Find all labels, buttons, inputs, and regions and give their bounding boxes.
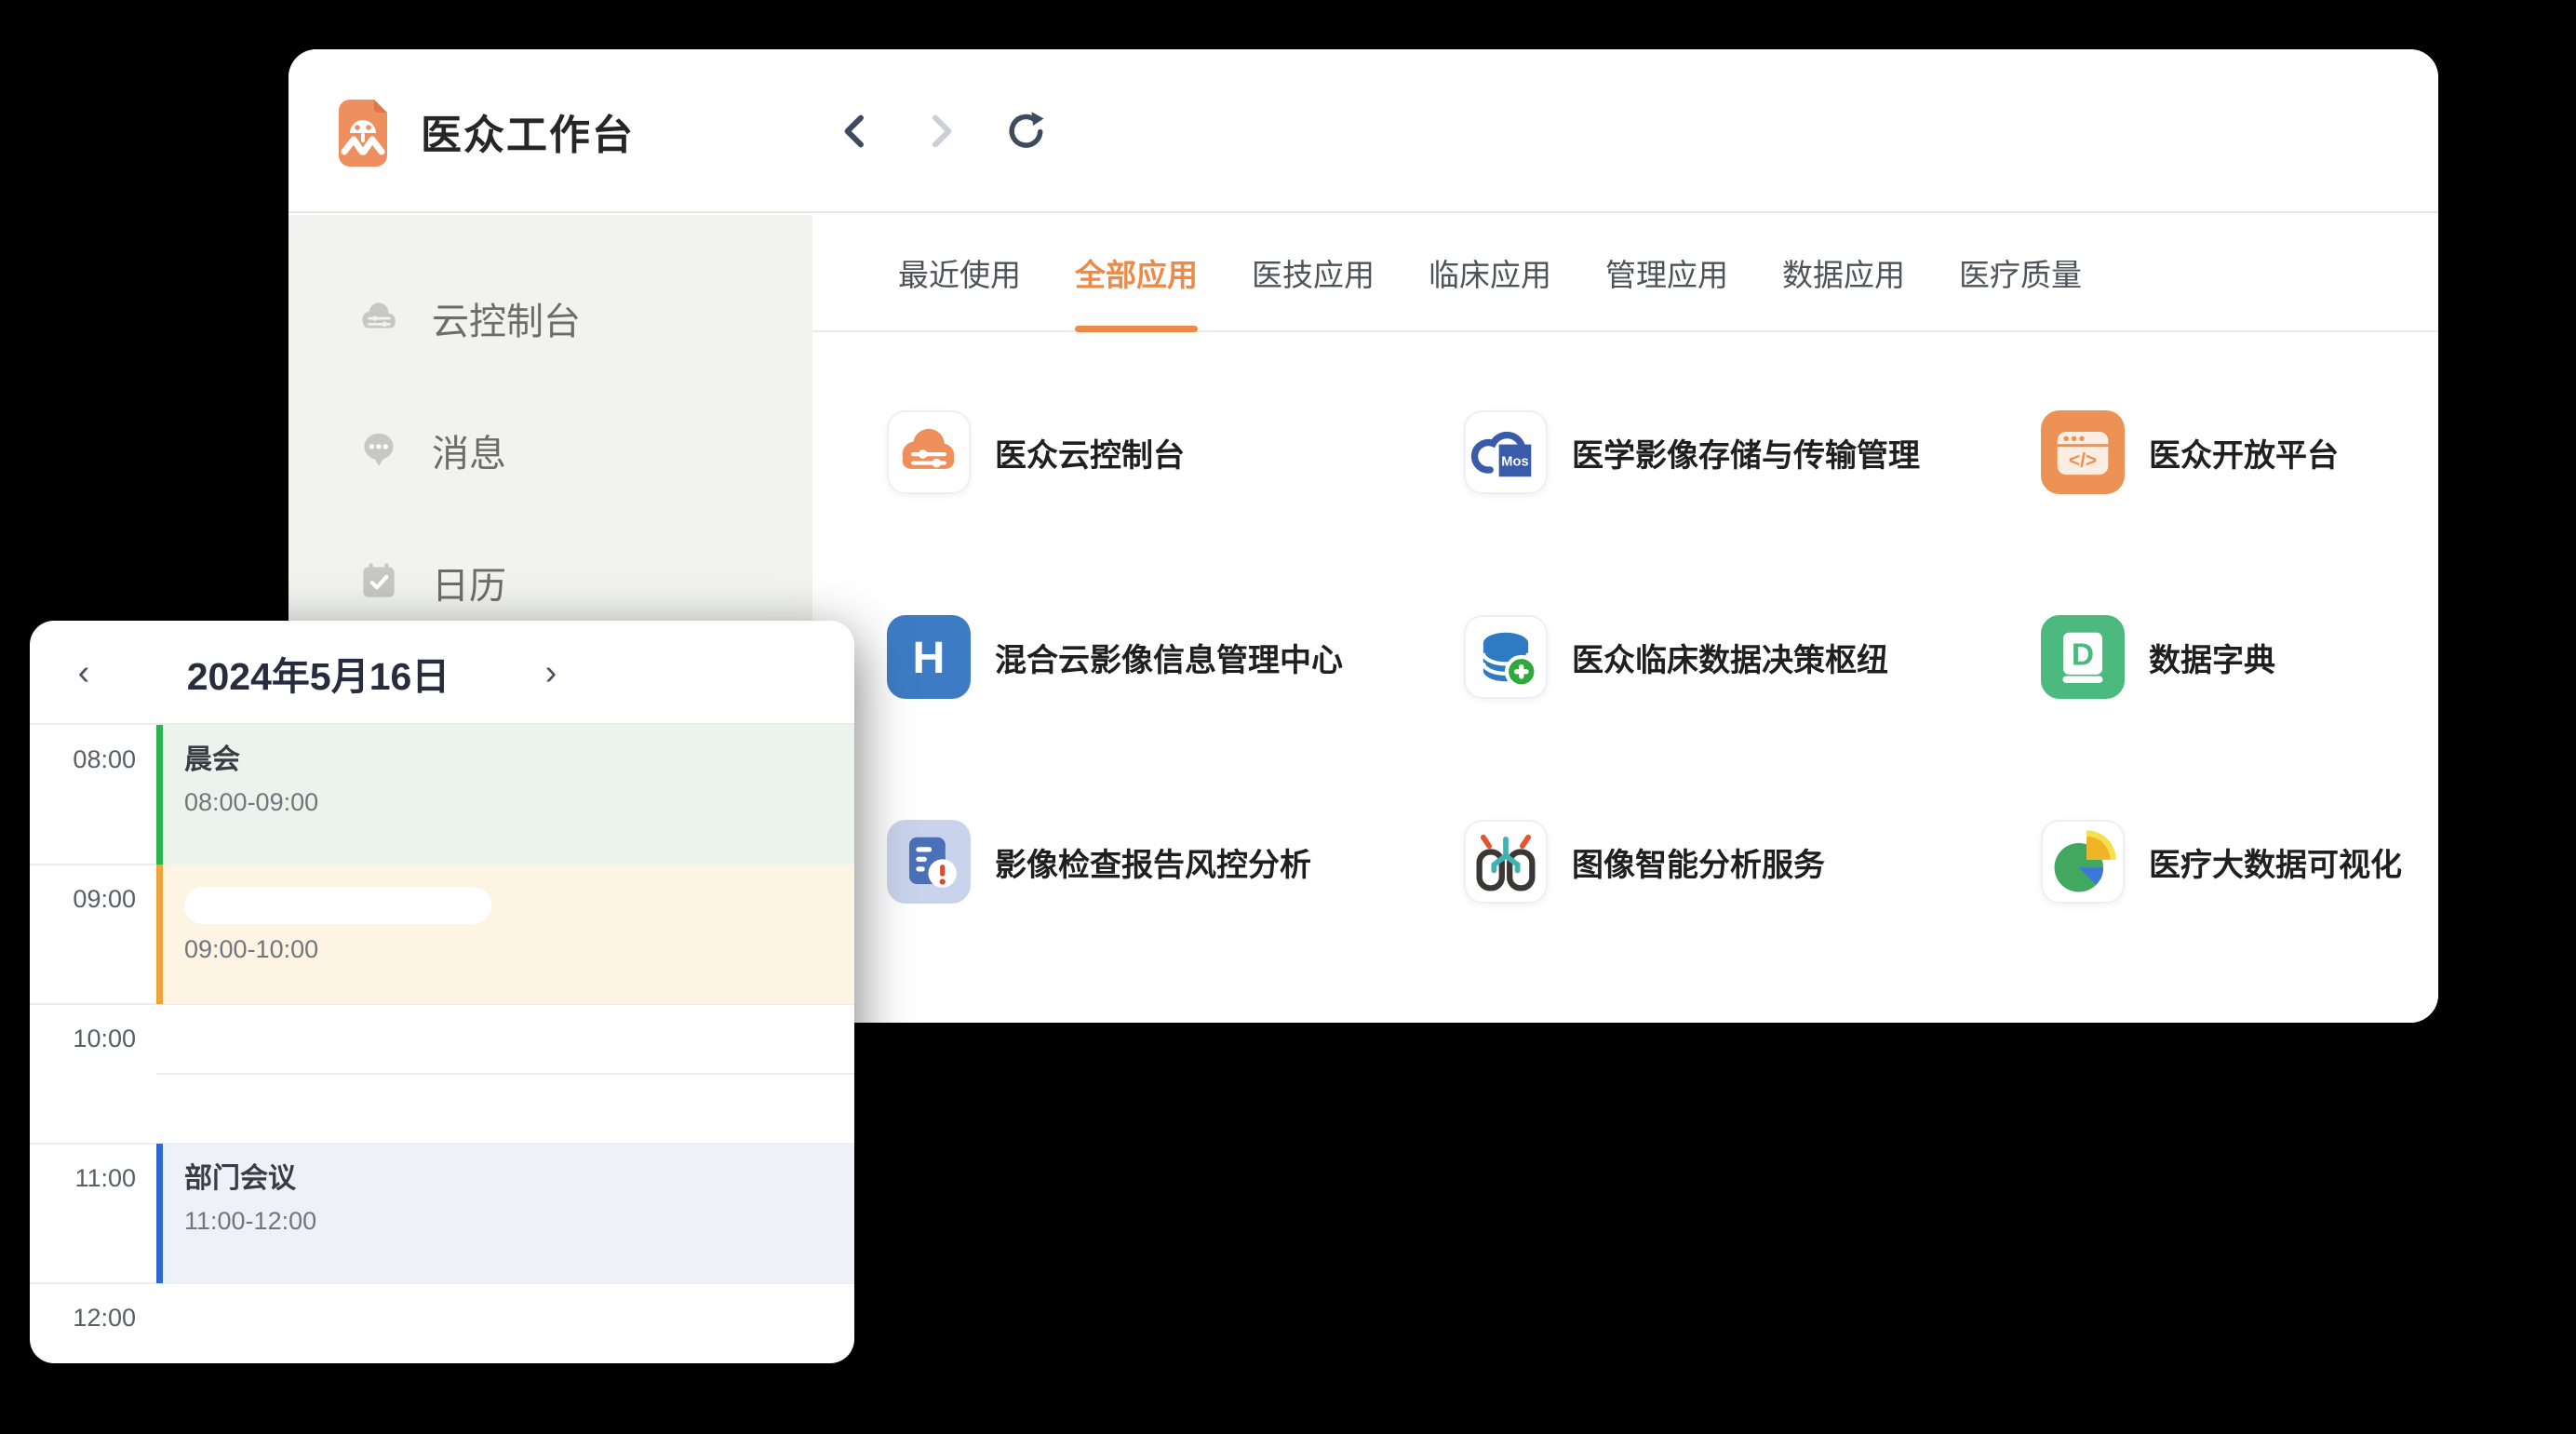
svg-text:Mos: Mos [1501,455,1528,470]
code-window-icon: </> [2041,410,2125,494]
event-time: 11:00-12:00 [184,1207,854,1236]
lungs-icon [1464,820,1548,904]
calendar-header: ‹ 2024年5月16日 › [30,621,854,725]
svg-text:H: H [913,633,946,683]
app-name: 医众云控制台 [995,430,1185,476]
sidebar-item-messages[interactable]: 消息 [356,427,812,474]
nav-refresh-button[interactable] [1004,109,1049,154]
event-accent-bar [156,725,163,864]
time-label: 12:00 [30,1304,136,1333]
cloud-settings-icon [356,293,402,344]
event-title-redacted [184,887,491,924]
svg-text:</>: </> [2069,450,2097,472]
window-nav [833,49,1049,213]
app-title: 医众工作台 [421,49,635,213]
app-tile-data-dictionary[interactable]: D 数据字典 [2041,615,2402,699]
time-label: 09:00 [30,885,136,914]
window-header: 医众工作台 [288,49,2438,213]
app-name: 影像检查报告风控分析 [995,839,1311,885]
app-name: 混合云影像信息管理中心 [995,635,1343,680]
app-tile-report-risk[interactable]: 影像检查报告风控分析 [887,820,1464,904]
app-tile-hybrid-center[interactable]: H 混合云影像信息管理中心 [887,615,1464,699]
database-plus-icon [1464,615,1548,699]
tab-management[interactable]: 管理应用 [1605,215,1728,330]
cloud-mos-icon: Mos [1464,410,1548,494]
tab-all[interactable]: 全部应用 [1075,215,1198,330]
desktop-background: 医众工作台 云控制台消息日历 最近使用全部应用医技应用临床应用管理应用数据应用医… [0,0,2576,1434]
calendar-panel: ‹ 2024年5月16日 › 08:00 09:00 10:00 11:00 12:00… [30,621,854,1363]
app-grid: 医众云控制台 Mos 医学影像存储与传输管理 </> 医众开放平台 H 混合云影像信息管理中… [887,410,2402,1023]
app-name: 医疗大数据可视化 [2149,839,2402,885]
dictionary-icon: D [2041,615,2125,699]
cloud-sliders-icon [887,410,971,494]
event-accent-bar [156,864,163,1004]
event-time: 09:00-10:00 [184,935,854,964]
event-title: 晨会 [184,744,854,777]
pie-chart-icon [2041,820,2125,904]
app-tile-pacs[interactable]: Mos 医学影像存储与传输管理 [1464,410,2041,494]
content-area: 最近使用全部应用医技应用临床应用管理应用数据应用医疗质量 医众云控制台 Mos 医学… [812,215,2438,1023]
tab-recent[interactable]: 最近使用 [898,215,1021,330]
app-name: 数据字典 [2149,635,2275,680]
letter-h-icon: H [887,615,971,699]
tab-quality[interactable]: 医疗质量 [1959,215,2082,330]
calendar-event[interactable]: 09:00-10:00 [156,864,854,1004]
calendar-check-icon [356,557,402,609]
calendar-event[interactable]: 晨会 08:00-09:00 [156,725,854,864]
app-tile-image-ai[interactable]: 图像智能分析服务 [1464,820,2041,904]
sidebar-item-label: 云控制台 [432,291,581,345]
message-icon [356,425,402,476]
app-logo-icon [333,96,393,168]
event-time: 08:00-09:00 [184,788,854,817]
time-label: 08:00 [30,745,136,774]
sidebar-item-label: 消息 [432,423,506,477]
app-name: 图像智能分析服务 [1572,839,1825,885]
time-label: 10:00 [30,1025,136,1053]
time-label: 11:00 [30,1164,136,1193]
calendar-date-label: 2024年5月16日 [132,621,504,725]
sidebar-item-cloud-console[interactable]: 云控制台 [356,295,812,342]
nav-forward-button[interactable] [919,109,963,154]
calendar-next-button[interactable]: › [523,621,579,725]
tabs-bar: 最近使用全部应用医技应用临床应用管理应用数据应用医疗质量 [812,215,2438,332]
half-hour-gridline [156,1073,854,1075]
svg-text:D: D [2072,637,2094,672]
tab-data[interactable]: 数据应用 [1782,215,1905,330]
report-alert-icon [887,820,971,904]
app-tile-cloud-console-app[interactable]: 医众云控制台 [887,410,1464,494]
app-name: 医学影像存储与传输管理 [1572,430,1920,476]
app-name: 医众临床数据决策枢纽 [1572,635,1888,680]
event-accent-bar [156,1144,163,1283]
event-title: 部门会议 [184,1162,854,1196]
tab-clinical[interactable]: 临床应用 [1429,215,1551,330]
sidebar-item-calendar[interactable]: 日历 [356,559,812,606]
app-tile-open-platform[interactable]: </> 医众开放平台 [2041,410,2402,494]
calendar-day-view: 08:00 09:00 10:00 11:00 12:00 晨会 08:00-09:00 09… [30,725,854,1361]
app-tile-bigdata-viz[interactable]: 医疗大数据可视化 [2041,820,2402,904]
sidebar-item-label: 日历 [432,556,506,610]
tab-medtech[interactable]: 医技应用 [1252,215,1375,330]
app-tile-clinical-hub[interactable]: 医众临床数据决策枢纽 [1464,615,2041,699]
app-name: 医众开放平台 [2149,430,2339,476]
calendar-prev-button[interactable]: ‹ [56,621,112,725]
calendar-event[interactable]: 部门会议 11:00-12:00 [156,1144,854,1283]
nav-back-button[interactable] [833,109,878,154]
